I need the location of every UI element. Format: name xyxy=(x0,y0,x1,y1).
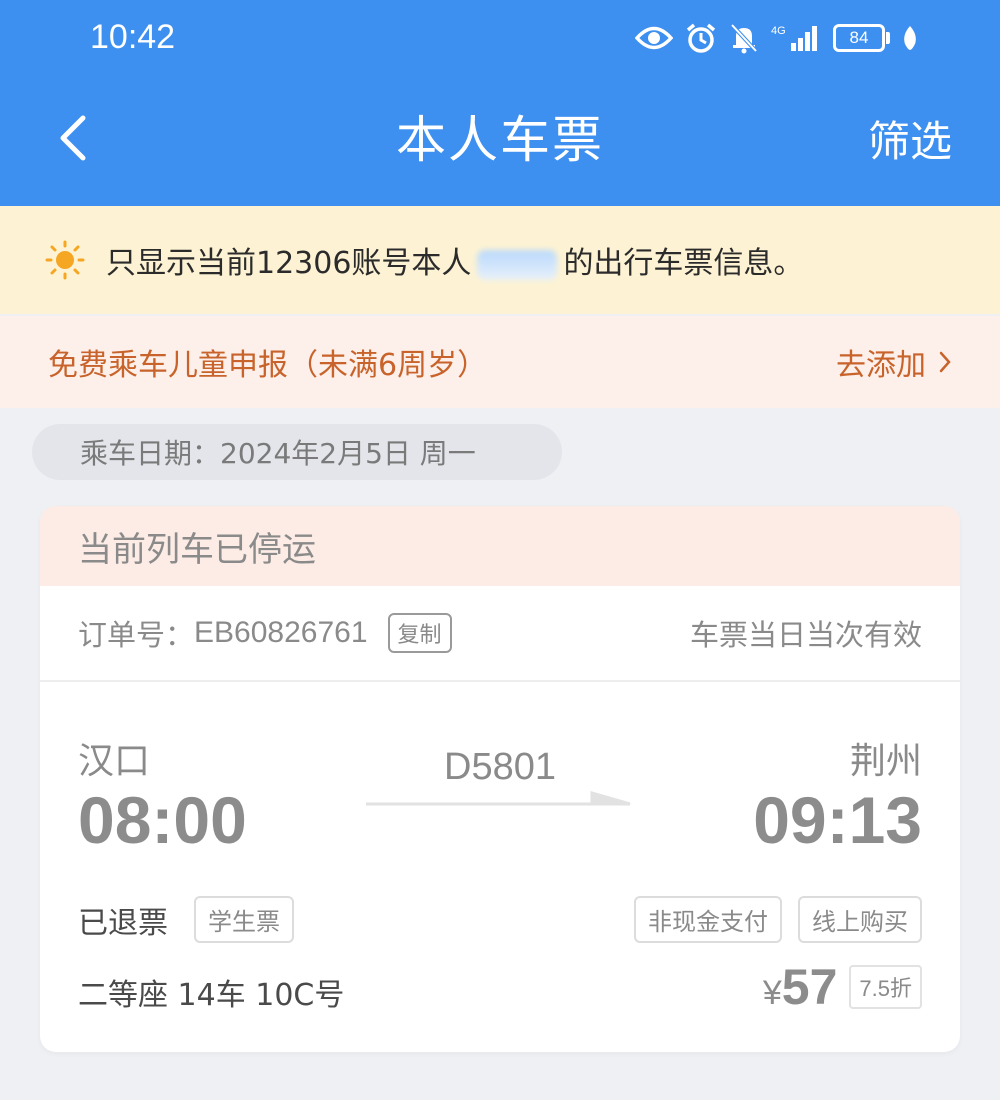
ticket-card[interactable]: 当前列车已停运 订单号： EB60826761 复制 车票当日当次有效 汉口 荆… xyxy=(40,506,960,1052)
notice-text-before: 只显示当前12306账号本人 xyxy=(106,246,472,281)
currency-symbol: ¥ xyxy=(762,974,782,1012)
redacted-name xyxy=(477,249,558,280)
departure-time: 08:00 xyxy=(78,783,247,857)
filter-button[interactable]: 筛选 xyxy=(868,112,952,172)
train-number: D5801 xyxy=(444,746,556,788)
status-time: 10:42 xyxy=(90,18,176,56)
refund-status: 已退票 xyxy=(78,905,168,941)
app-header: 10:42 4G 84 本人车票 筛选 xyxy=(0,0,1000,206)
refund-row: 已退票 学生票 xyxy=(78,896,294,943)
seat-info: 二等座 14车 10C号 xyxy=(78,978,345,1013)
page-title: 本人车票 xyxy=(396,111,604,169)
battery-icon: 84 xyxy=(833,24,890,52)
ticket-price: ¥57 xyxy=(763,958,838,1016)
alarm-icon xyxy=(685,22,717,54)
discount-tag: 7.5折 xyxy=(849,965,922,1009)
direction-arrow-icon xyxy=(366,791,631,806)
add-child-link[interactable]: 去添加 xyxy=(836,340,952,384)
eye-icon xyxy=(635,25,673,51)
add-child-label: 去添加 xyxy=(836,348,926,383)
battery-level: 84 xyxy=(833,24,885,52)
notice-text: 只显示当前12306账号本人 的出行车票信息。 xyxy=(106,238,803,282)
order-label: 订单号： xyxy=(78,618,195,652)
notice-text-after: 的出行车票信息。 xyxy=(563,246,804,281)
travel-date: 乘车日期：2024年2月5日 周一 xyxy=(32,424,562,480)
child-declaration-banner[interactable]: 免费乘车儿童申报（未满6周岁） 去添加 xyxy=(0,316,1000,408)
copy-button[interactable]: 复制 xyxy=(387,613,452,653)
bell-off-icon xyxy=(729,22,759,54)
train-status: 当前列车已停运 xyxy=(40,506,960,586)
account-notice: 只显示当前12306账号本人 的出行车票信息。 xyxy=(0,206,1000,314)
arrival-time: 09:13 xyxy=(753,783,922,857)
leaf-icon xyxy=(902,25,918,51)
chevron-right-icon xyxy=(939,351,951,373)
payment-tag: 非现金支付 xyxy=(634,896,782,943)
price-amount: 57 xyxy=(781,959,838,1015)
order-row: 订单号： EB60826761 复制 车票当日当次有效 xyxy=(40,586,960,682)
network-label: 4G xyxy=(771,25,786,37)
channel-tag: 线上购买 xyxy=(798,896,922,943)
ticket-type-tag: 学生票 xyxy=(194,896,294,943)
order-number: EB60826761 xyxy=(194,616,368,649)
ticket-validity: 车票当日当次有效 xyxy=(689,618,922,652)
child-declaration-text: 免费乘车儿童申报（未满6周岁） xyxy=(48,348,488,383)
signal-icon: 4G xyxy=(771,23,821,53)
payment-tags: 非现金支付 线上购买 xyxy=(634,896,922,943)
sun-icon xyxy=(44,239,86,281)
status-icons: 4G 84 xyxy=(635,16,918,60)
price-row: ¥57 7.5折 xyxy=(763,958,922,1016)
